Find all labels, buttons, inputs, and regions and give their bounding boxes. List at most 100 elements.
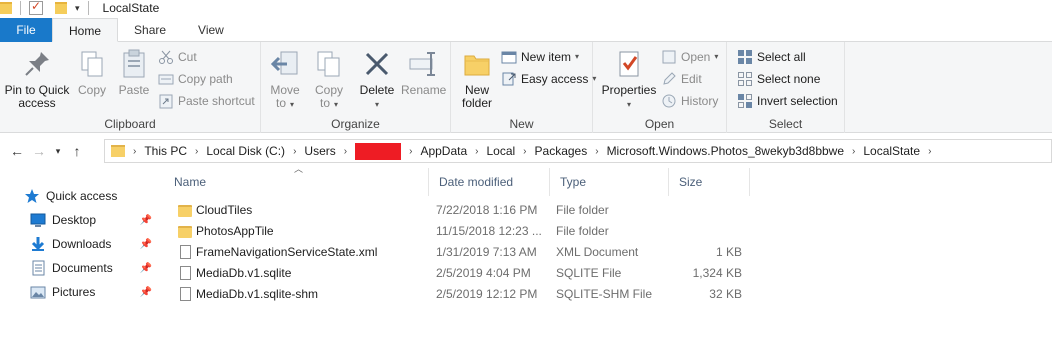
breadcrumb-users[interactable]: Users xyxy=(304,144,335,158)
new-folder-button[interactable]: New folder xyxy=(457,48,497,110)
breadcrumb-localstate[interactable]: LocalState xyxy=(863,144,920,158)
copy-to-button[interactable]: Copy to ▾ xyxy=(311,48,347,111)
navigation-pane: Quick access Desktop 📌 Downloads 📌 Docum… xyxy=(0,180,158,357)
column-header-name[interactable]: Name xyxy=(164,168,429,196)
breadcrumb-chevron-icon[interactable]: › xyxy=(852,146,855,157)
tab-home[interactable]: Home xyxy=(52,18,119,42)
delete-dropdown-chevron-icon: ▾ xyxy=(374,100,379,109)
clipboard-group: Pin to Quick access Copy Paste Cut Copy … xyxy=(0,42,261,133)
tab-view[interactable]: View xyxy=(182,18,240,42)
cut-button[interactable]: Cut xyxy=(158,48,197,66)
nav-item-downloads[interactable]: Downloads 📌 xyxy=(30,234,158,254)
invert-selection-button[interactable]: Invert selection xyxy=(737,92,838,110)
navigation-bar: ← → ▾ ↑ › This PC › Local Disk (C:) › Us… xyxy=(0,139,1052,163)
properties-button[interactable]: Properties ▾ xyxy=(601,48,657,111)
breadcrumb-packages[interactable]: Packages xyxy=(535,144,588,158)
select-group: Select all Select none Invert selection … xyxy=(727,42,845,133)
table-row[interactable]: PhotosAppTile 11/15/2018 12:23 ... File … xyxy=(164,221,1052,242)
table-row[interactable]: MediaDb.v1.sqlite-shm 2/5/2019 12:12 PM … xyxy=(164,284,1052,305)
properties-check-icon[interactable] xyxy=(29,0,43,15)
table-row[interactable]: FrameNavigationServiceState.xml 1/31/201… xyxy=(164,242,1052,263)
documents-icon xyxy=(30,260,46,276)
breadcrumb-local-disk[interactable]: Local Disk (C:) xyxy=(206,144,285,158)
nav-item-desktop[interactable]: Desktop 📌 xyxy=(30,210,158,230)
folder-icon xyxy=(111,145,125,157)
copy-path-icon xyxy=(158,71,174,87)
move-to-icon xyxy=(269,48,301,80)
tab-file[interactable]: File xyxy=(0,18,52,42)
select-none-button[interactable]: Select none xyxy=(737,70,820,88)
file-name: MediaDb.v1.sqlite xyxy=(196,266,292,280)
paste-shortcut-label: Paste shortcut xyxy=(178,94,255,108)
breadcrumb-chevron-icon[interactable]: › xyxy=(344,146,347,157)
breadcrumb-photos-package[interactable]: Microsoft.Windows.Photos_8wekyb3d8bbwe xyxy=(607,144,844,158)
breadcrumb-appdata[interactable]: AppData xyxy=(420,144,467,158)
folder-icon xyxy=(178,205,192,217)
breadcrumb-chevron-icon[interactable]: › xyxy=(928,146,931,157)
title-bar: ▾ LocalState xyxy=(0,0,1052,16)
move-to-button[interactable]: Move to ▾ xyxy=(267,48,303,111)
copy-to-label-line2: to ▾ xyxy=(319,96,339,110)
up-arrow-icon[interactable]: ↑ xyxy=(66,143,88,159)
easy-access-label: Easy access xyxy=(521,72,589,86)
breadcrumb-chevron-icon[interactable]: › xyxy=(133,146,136,157)
breadcrumb-chevron-icon[interactable]: › xyxy=(195,146,198,157)
window-title: LocalState xyxy=(102,1,160,15)
nav-item-label: Downloads xyxy=(52,237,112,251)
tab-share[interactable]: Share xyxy=(118,18,182,42)
breadcrumb-local[interactable]: Local xyxy=(486,144,515,158)
pin-to-quick-access-button[interactable]: Pin to Quick access xyxy=(4,48,70,110)
breadcrumb-this-pc[interactable]: This PC xyxy=(144,144,187,158)
history-button[interactable]: History xyxy=(661,92,718,110)
file-name: FrameNavigationServiceState.xml xyxy=(196,245,378,259)
delete-button[interactable]: Delete ▾ xyxy=(357,48,397,111)
copy-icon xyxy=(76,48,108,80)
new-folder-quick-icon[interactable] xyxy=(55,2,67,14)
nav-item-documents[interactable]: Documents 📌 xyxy=(30,258,158,278)
paste-icon xyxy=(118,48,150,80)
properties-label: Properties xyxy=(601,83,657,97)
pin-icon[interactable]: 📌 xyxy=(140,287,152,298)
breadcrumb-chevron-icon[interactable]: › xyxy=(409,146,412,157)
copy-path-button[interactable]: Copy path xyxy=(158,70,233,88)
new-item-button[interactable]: New item ▾ xyxy=(501,48,579,66)
easy-access-button[interactable]: Easy access ▾ xyxy=(501,70,596,88)
folder-icon xyxy=(0,2,12,14)
breadcrumb-chevron-icon[interactable]: › xyxy=(293,146,296,157)
column-header-size[interactable]: Size xyxy=(669,168,750,196)
ribbon: Pin to Quick access Copy Paste Cut Copy … xyxy=(0,42,1052,133)
back-arrow-icon[interactable]: ← xyxy=(6,143,28,159)
pin-icon xyxy=(21,48,53,80)
edit-button[interactable]: Edit xyxy=(661,70,702,88)
pin-icon[interactable]: 📌 xyxy=(140,263,152,274)
paste-shortcut-button[interactable]: Paste shortcut xyxy=(158,92,255,110)
file-size: 1 KB xyxy=(715,245,742,259)
breadcrumb-chevron-icon[interactable]: › xyxy=(595,146,598,157)
address-bar[interactable]: › This PC › Local Disk (C:) › Users › › … xyxy=(104,139,1052,163)
select-all-button[interactable]: Select all xyxy=(737,48,806,66)
table-row[interactable]: CloudTiles 7/22/2018 1:16 PM File folder xyxy=(164,200,1052,221)
forward-arrow-icon[interactable]: → xyxy=(28,143,50,159)
open-group: Properties ▾ Open ▾ Edit History Open xyxy=(593,42,727,133)
column-header-type[interactable]: Type xyxy=(550,168,669,196)
breadcrumb-chevron-icon[interactable]: › xyxy=(475,146,478,157)
star-icon xyxy=(24,188,40,204)
breadcrumb-chevron-icon[interactable]: › xyxy=(523,146,526,157)
table-row[interactable]: MediaDb.v1.sqlite 2/5/2019 4:04 PM SQLIT… xyxy=(164,263,1052,284)
recent-locations-chevron-icon[interactable]: ▾ xyxy=(50,146,66,157)
customize-toolbar-chevron-icon[interactable]: ▾ xyxy=(75,3,80,14)
file-date: 11/15/2018 12:23 ... xyxy=(436,224,542,238)
file-date: 2/5/2019 4:04 PM xyxy=(436,266,531,280)
paste-button[interactable]: Paste xyxy=(116,48,152,97)
pin-icon[interactable]: 📌 xyxy=(140,239,152,250)
column-header-date-modified[interactable]: Date modified xyxy=(429,168,550,196)
copy-button[interactable]: Copy xyxy=(74,48,110,97)
easy-access-icon xyxy=(501,71,517,87)
nav-item-pictures[interactable]: Pictures 📌 xyxy=(30,282,158,302)
pin-icon[interactable]: 📌 xyxy=(140,215,152,226)
nav-item-quick-access[interactable]: Quick access xyxy=(24,186,158,206)
redacted-username[interactable] xyxy=(355,142,402,160)
open-button[interactable]: Open ▾ xyxy=(661,48,718,66)
nav-item-label: Documents xyxy=(52,261,113,275)
rename-button[interactable]: Rename xyxy=(401,48,446,97)
